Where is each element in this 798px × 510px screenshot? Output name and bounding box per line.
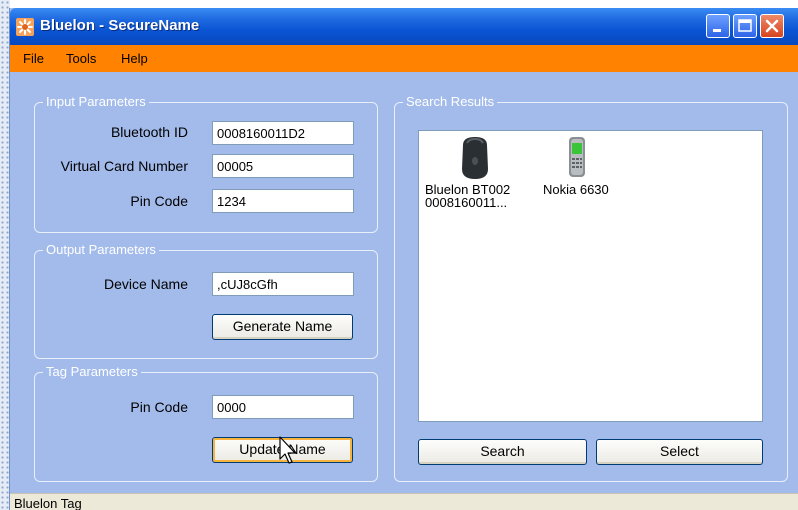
mobile-phone-icon bbox=[569, 137, 585, 177]
search-results-title: Search Results bbox=[403, 94, 498, 109]
pin-code-field[interactable] bbox=[212, 189, 354, 213]
minimize-icon bbox=[713, 29, 721, 32]
tag-parameters-title: Tag Parameters bbox=[43, 364, 141, 379]
bluetooth-id-label: Bluetooth ID bbox=[110, 124, 188, 140]
menu-file[interactable]: File bbox=[23, 51, 44, 66]
window-title: Bluelon - SecureName bbox=[40, 17, 200, 34]
menu-tools[interactable]: Tools bbox=[66, 51, 96, 66]
device-name-field[interactable] bbox=[212, 272, 354, 296]
device-name-label: Device Name bbox=[103, 276, 188, 292]
close-button[interactable] bbox=[760, 14, 784, 38]
search-button[interactable]: Search bbox=[418, 439, 587, 465]
title-bar[interactable]: Bluelon - SecureName bbox=[10, 8, 798, 45]
search-results-list[interactable]: Bluelon BT002 0008160011... Nokia 6630 bbox=[418, 130, 763, 422]
update-name-button[interactable]: Update Name bbox=[212, 437, 353, 463]
tag-parameters-group: Tag Parameters Pin Code Update Name bbox=[34, 364, 378, 482]
status-text: Bluelon Tag bbox=[14, 496, 82, 510]
input-parameters-group: Input Parameters Bluetooth ID Virtual Ca… bbox=[34, 94, 378, 233]
input-parameters-title: Input Parameters bbox=[43, 94, 149, 109]
tag-pin-code-label: Pin Code bbox=[130, 399, 188, 415]
device-address: 0008160011... bbox=[425, 195, 508, 210]
menu-bar: File Tools Help bbox=[10, 45, 798, 72]
select-button[interactable]: Select bbox=[596, 439, 763, 465]
virtual-card-number-field[interactable] bbox=[212, 154, 354, 178]
pin-code-label: Pin Code bbox=[130, 193, 188, 209]
device-item-bluelon[interactable]: Bluelon BT002 0008160011... bbox=[425, 135, 510, 209]
virtual-card-number-label: Virtual Card Number bbox=[60, 158, 188, 174]
app-window: Bluelon - SecureName File Tools Help Inp… bbox=[9, 8, 798, 510]
app-logo-icon bbox=[16, 18, 34, 36]
bluetooth-id-field[interactable] bbox=[212, 121, 354, 145]
device-name: Nokia 6630 bbox=[543, 182, 609, 197]
minimize-button[interactable] bbox=[706, 14, 730, 38]
menu-help[interactable]: Help bbox=[121, 51, 148, 66]
maximize-button[interactable] bbox=[733, 14, 757, 38]
output-parameters-group: Output Parameters Device Name Generate N… bbox=[34, 242, 378, 359]
output-parameters-title: Output Parameters bbox=[43, 242, 159, 257]
tag-pin-code-field[interactable] bbox=[212, 395, 354, 419]
device-item-nokia[interactable]: Nokia 6630 bbox=[543, 135, 609, 196]
maximize-icon bbox=[738, 19, 752, 32]
generate-name-button[interactable]: Generate Name bbox=[212, 314, 353, 340]
status-bar: Bluelon Tag bbox=[10, 493, 798, 510]
close-icon bbox=[765, 19, 779, 33]
bluetooth-tag-icon bbox=[462, 137, 488, 179]
search-results-group: Search Results Bluelon BT002 0008160011.… bbox=[394, 94, 788, 482]
